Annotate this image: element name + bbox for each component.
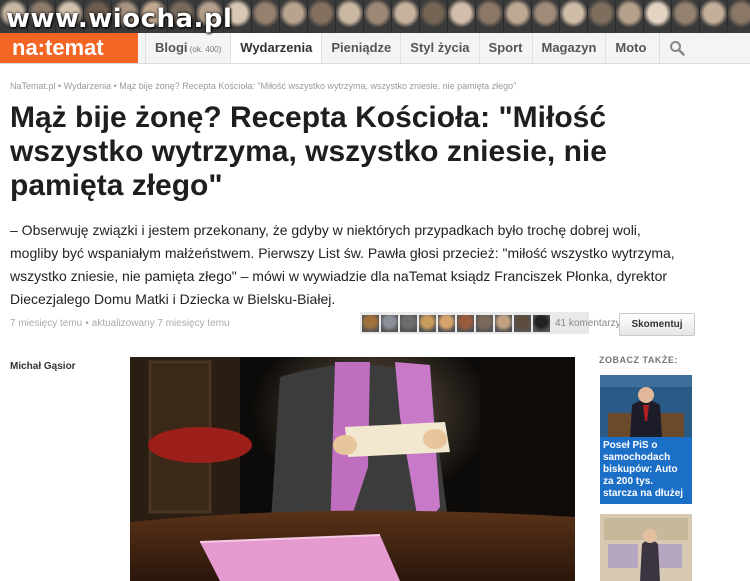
see-also-card-caption[interactable]: Poseł PiS o samochodach biskupów: Auto z… <box>600 437 692 504</box>
nav-item-blogi[interactable]: Blogi (ok. 400) <box>145 33 230 63</box>
updated-time: aktualizowany 7 miesięcy temu <box>91 318 230 329</box>
portrait-thumbnail[interactable] <box>392 0 419 33</box>
nav-item-styl-życia[interactable]: Styl życia <box>400 33 478 63</box>
portrait-thumbnail[interactable] <box>364 0 391 33</box>
portrait-thumbnail[interactable] <box>616 0 643 33</box>
portrait-thumbnail[interactable] <box>644 0 671 33</box>
published-time: 7 miesięcy temu <box>10 318 83 329</box>
portrait-thumbnail[interactable] <box>336 0 363 33</box>
nav-item-magazyn[interactable]: Magazyn <box>531 33 606 63</box>
top-navbar: na:temat Blogi (ok. 400) Wydarzenia Pienią… <box>0 33 750 64</box>
portrait-thumbnail[interactable] <box>560 0 587 33</box>
commenter-avatar[interactable] <box>476 314 493 332</box>
see-also-card[interactable]: Poseł PiS o samochodach biskupów: Auto z… <box>600 375 692 504</box>
portrait-thumbnail[interactable] <box>308 0 335 33</box>
nav-item-label: Wydarzenia <box>240 40 313 55</box>
nav-item-sport[interactable]: Sport <box>478 33 532 63</box>
nav-item-label: Magazyn <box>541 40 597 55</box>
portrait-thumbnail[interactable] <box>252 0 279 33</box>
portrait-thumbnail[interactable] <box>280 0 307 33</box>
commenter-avatar[interactable] <box>438 314 455 332</box>
nav-item-label: Sport <box>488 40 523 55</box>
portrait-thumbnail[interactable] <box>728 0 750 33</box>
nav-item-count: (ok. 400) <box>187 45 222 54</box>
commenter-avatar[interactable] <box>400 314 417 332</box>
search-icon <box>670 41 685 56</box>
see-also-card-image[interactable] <box>600 375 692 437</box>
comment-count[interactable]: 41 komentarzy <box>555 318 621 329</box>
breadcrumb[interactable]: NaTemat.pl • Wydarzenia • Mąż bije żonę?… <box>10 81 516 91</box>
nav-menu: Blogi (ok. 400) Wydarzenia Pieniądze Styl ż… <box>145 33 655 63</box>
portrait-thumbnail[interactable] <box>532 0 559 33</box>
commenter-avatar[interactable] <box>419 314 436 332</box>
nav-item-label: Moto <box>615 40 647 55</box>
commenter-avatars[interactable]: 41 komentarzy <box>360 312 621 334</box>
nav-item-label: Blogi <box>155 40 188 55</box>
commenter-avatar[interactable] <box>514 314 531 332</box>
commenter-avatar[interactable] <box>495 314 512 332</box>
comment-button[interactable]: Skomentuj <box>619 313 695 336</box>
see-also-card-image-2[interactable] <box>600 514 692 581</box>
nav-item-label: Pieniądze <box>331 40 392 55</box>
portrait-thumbnail[interactable] <box>700 0 727 33</box>
see-also-heading: ZOBACZ TAKŻE: <box>599 355 678 365</box>
portrait-thumbnail[interactable] <box>420 0 447 33</box>
author-name[interactable]: Michał Gąsior <box>10 361 76 372</box>
commenter-avatar[interactable] <box>457 314 474 332</box>
commenter-avatar[interactable] <box>381 314 398 332</box>
article-lead: – Obserwuję związki i jestem przekonany,… <box>10 222 675 307</box>
site-logo[interactable]: na:temat <box>0 33 138 63</box>
nav-item-label: Styl życia <box>410 40 470 55</box>
portrait-thumbnail[interactable] <box>672 0 699 33</box>
nav-item-moto[interactable]: Moto <box>605 33 655 63</box>
nav-item-pieniądze[interactable]: Pieniądze <box>321 33 400 63</box>
commenter-avatar[interactable] <box>362 314 379 332</box>
portrait-thumbnail[interactable] <box>588 0 615 33</box>
nav-item-wydarzenia[interactable]: Wydarzenia <box>230 33 322 63</box>
portrait-thumbnail[interactable] <box>504 0 531 33</box>
portrait-thumbnail[interactable] <box>476 0 503 33</box>
article-title: Mąż bije żonę? Recepta Kościoła: "Miłość… <box>10 101 607 202</box>
portrait-thumbnail[interactable] <box>448 0 475 33</box>
search-button[interactable] <box>659 33 694 63</box>
article-meta: 7 miesięcy temu • aktualizowany 7 miesięcy… <box>10 318 230 329</box>
article-photo <box>130 357 575 581</box>
commenter-avatar[interactable] <box>533 314 550 332</box>
watermark: www.wiocha.pl <box>6 4 233 34</box>
